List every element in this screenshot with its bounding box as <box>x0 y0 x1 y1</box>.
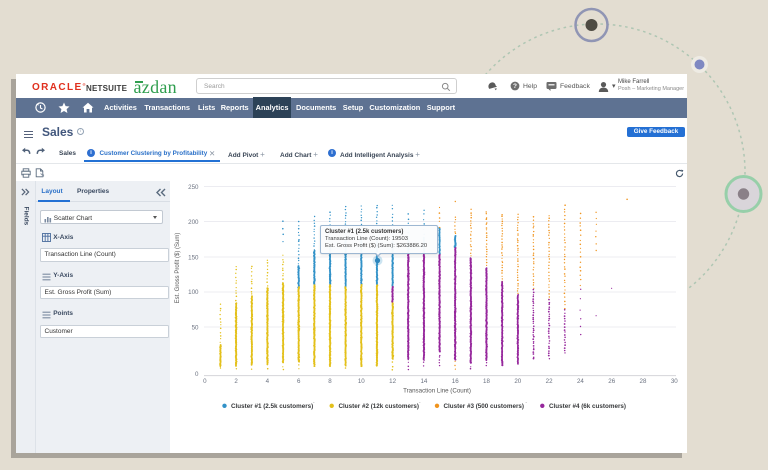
svg-text:4: 4 <box>266 378 270 385</box>
svg-text:?: ? <box>513 83 517 90</box>
svg-text:10: 10 <box>358 378 365 385</box>
svg-text:Cluster #4 (6k customers): Cluster #4 (6k customers) <box>549 403 626 410</box>
svg-text:Cluster #3 (500 customers): Cluster #3 (500 customers) <box>444 403 525 410</box>
svg-text:30: 30 <box>671 378 678 385</box>
svg-text:ˇ: ˇ <box>526 402 528 407</box>
svg-text:24: 24 <box>577 378 584 385</box>
svg-text:250: 250 <box>188 184 199 191</box>
svg-text:Cluster #1 (2.5k customers): Cluster #1 (2.5k customers) <box>231 403 313 410</box>
svg-text:0: 0 <box>195 371 199 378</box>
svg-text:2: 2 <box>234 378 238 385</box>
svg-text:Transaction Line (Count): Transaction Line (Count) <box>403 388 471 395</box>
svg-text:ˇ: ˇ <box>419 402 421 407</box>
svg-text:26: 26 <box>608 378 615 385</box>
svg-text:14: 14 <box>420 378 427 385</box>
svg-text:12: 12 <box>389 378 396 385</box>
svg-text:150: 150 <box>188 254 199 261</box>
svg-text:20: 20 <box>514 378 521 385</box>
svg-text:28: 28 <box>640 378 647 385</box>
svg-text:18: 18 <box>483 378 490 385</box>
svg-text:8: 8 <box>328 378 332 385</box>
svg-text:0: 0 <box>203 378 207 385</box>
svg-text:22: 22 <box>546 378 553 385</box>
svg-text:200: 200 <box>188 219 199 226</box>
svg-text:6: 6 <box>297 378 301 385</box>
svg-text:ˇ: ˇ <box>313 402 315 407</box>
svg-text:Cluster #2 (12k customers): Cluster #2 (12k customers) <box>339 403 420 410</box>
svg-text:16: 16 <box>452 378 459 385</box>
svg-text:50: 50 <box>192 324 199 331</box>
svg-text:100: 100 <box>188 289 199 296</box>
svg-text:Est. Gross Profit ($) (Sum): Est. Gross Profit ($) (Sum) <box>175 233 181 304</box>
